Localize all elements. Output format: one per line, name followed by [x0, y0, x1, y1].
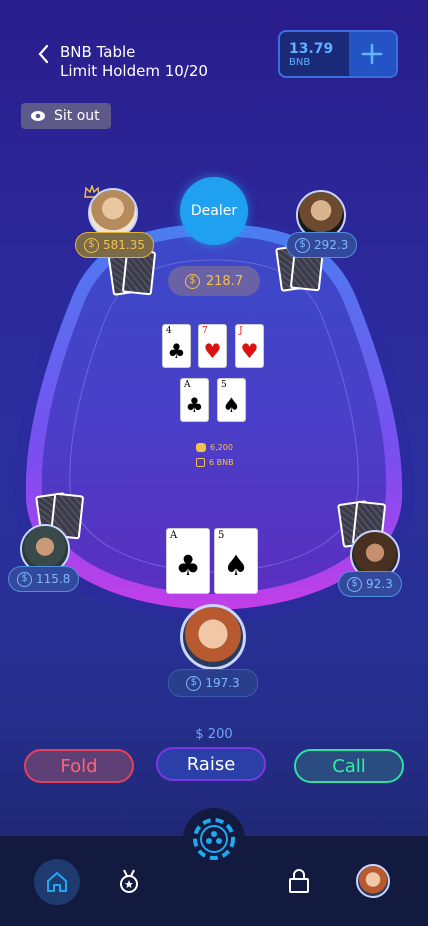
- back-button[interactable]: [36, 44, 52, 64]
- nav-home[interactable]: [34, 859, 80, 905]
- player-stack: $ 92.3: [338, 571, 402, 597]
- dealer-button: Dealer: [180, 177, 248, 245]
- coin-icon: $: [347, 576, 362, 592]
- table-name: BNB Table: [60, 43, 136, 61]
- medal-icon: [120, 869, 138, 893]
- community-card: 4 ♣: [162, 324, 191, 368]
- community-card: 5 ♠: [217, 378, 246, 422]
- sit-out-button[interactable]: Sit out: [21, 103, 111, 129]
- stack-amount: 197.3: [205, 676, 240, 690]
- call-button[interactable]: Call: [294, 749, 404, 783]
- sit-out-label: Sit out: [54, 108, 100, 124]
- pot-display: $ 218.7: [168, 266, 260, 296]
- player-stack: $ 115.8: [8, 566, 80, 592]
- stack-amount: 92.3: [366, 577, 393, 591]
- raise-button[interactable]: Raise: [156, 747, 266, 781]
- stack-amount: 581.35: [103, 238, 145, 252]
- community-card: 7 ♥: [198, 324, 227, 368]
- hero-stack: $ 197.3: [168, 669, 258, 697]
- coin-icon: $: [186, 675, 202, 691]
- plus-icon: [362, 43, 383, 65]
- community-card: A ♣: [180, 378, 209, 422]
- balance-amount: 13.79: [289, 41, 334, 57]
- hero-avatar[interactable]: [180, 604, 246, 670]
- chips-stack-icon: [196, 443, 206, 452]
- coin-icon: $: [184, 273, 200, 289]
- dealer-label: Dealer: [190, 203, 238, 219]
- cards-icon: [196, 458, 205, 467]
- player-avatar[interactable]: [88, 188, 138, 238]
- pot-amount: 218.7: [205, 273, 244, 289]
- coin-icon: $: [17, 571, 32, 587]
- add-funds-button[interactable]: [348, 32, 396, 76]
- lock-icon: [289, 869, 309, 893]
- balance-widget: 13.79 BNB: [278, 30, 398, 78]
- coin-icon: $: [84, 237, 99, 253]
- nav-store[interactable]: [286, 867, 312, 895]
- player-stack: $ 581.35: [75, 232, 154, 258]
- nav-rewards[interactable]: [116, 868, 142, 896]
- eye-icon: [31, 111, 45, 121]
- stack-amount: 115.8: [36, 572, 71, 586]
- coin-icon: $: [295, 237, 310, 253]
- raise-amount: $ 200: [195, 727, 233, 742]
- nav-play-button[interactable]: [183, 808, 245, 870]
- stack-amount: 292.3: [314, 238, 349, 252]
- hero-card: A ♣: [166, 528, 210, 594]
- balance-currency: BNB: [289, 57, 311, 68]
- table-type: Limit Holdem 10/20: [60, 62, 208, 80]
- bnb-total: 6 BNB: [209, 458, 234, 467]
- community-card: J ♥: [235, 324, 264, 368]
- table-title: BNB Table Limit Holdem 10/20: [60, 43, 208, 81]
- fold-button[interactable]: Fold: [24, 749, 134, 783]
- chevron-left-icon: [38, 44, 49, 64]
- home-icon: [47, 872, 67, 892]
- player-stack: $ 292.3: [286, 232, 358, 258]
- chips-total: 6,200: [210, 443, 233, 452]
- table-stats: 6,200 6 BNB: [196, 440, 234, 470]
- chip-icon: [193, 818, 235, 860]
- hero-card: 5 ♠: [214, 528, 258, 594]
- nav-profile-avatar[interactable]: [356, 864, 390, 898]
